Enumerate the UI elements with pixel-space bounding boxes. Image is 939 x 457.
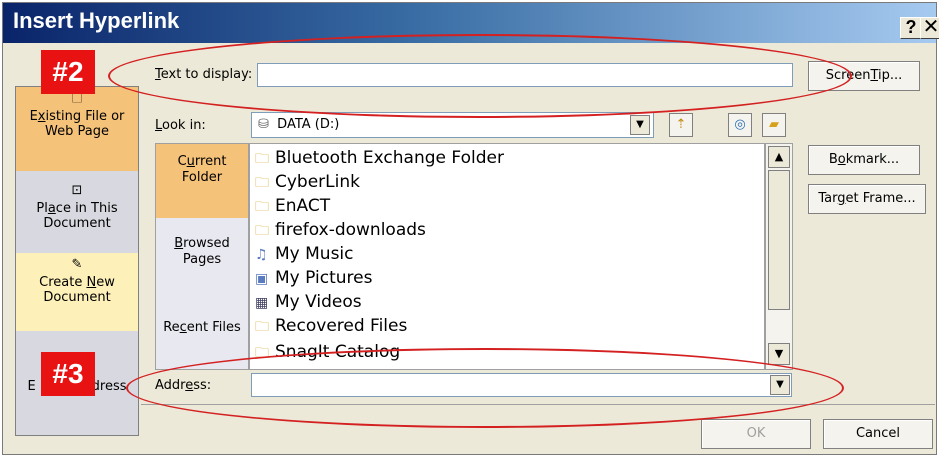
text-to-display-label: Text to display: [155,67,253,82]
look-in-dropdown-arrow[interactable]: ▼ [630,115,650,135]
videos-folder-icon: ▦ [255,295,269,311]
up-one-folder-button[interactable]: ⇡ [669,113,693,137]
folder-icon: 🗀 [255,175,269,191]
link-existing-file-or-web-page[interactable]: 🗋 Existing File or Web Page [16,87,138,171]
list-item[interactable]: 🗀 SnagIt Catalog [255,340,400,364]
look-in-value: DATA (D:) [277,117,340,132]
list-item[interactable]: 🗀 firefox-downloads [255,218,426,242]
tab-current-folder[interactable]: Current Folder [156,144,248,218]
cancel-button[interactable]: Cancel [823,419,933,449]
dialog-title: Insert Hyperlink [13,8,180,33]
close-button[interactable]: ✕ [920,17,939,39]
look-in-dropdown[interactable]: ⛁ DATA (D:) [251,112,654,138]
browse-web-icon: ◎ [734,117,746,132]
address-dropdown-arrow[interactable]: ▼ [770,375,790,395]
folder-icon: 🗀 [255,345,269,361]
screentip-button[interactable]: ScreenTip... [808,61,920,91]
annotation-badge-2: #2 [41,50,95,94]
list-item[interactable]: ♫ My Music [255,242,354,266]
list-item[interactable]: 🗀 Bluetooth Exchange Folder [255,146,504,170]
link-place-in-this-document[interactable]: ⊡ Place in This Document [16,179,138,247]
open-folder-icon: ▰ [769,117,779,132]
existing-file-label: Existing File or Web Page [29,109,125,139]
list-item[interactable]: 🗀 EnACT [255,194,330,218]
browse-file-button[interactable]: ▰ [762,113,786,137]
help-button[interactable]: ? [900,17,922,39]
scroll-down-arrow[interactable]: ▼ [768,343,790,365]
file-list-scrollbar[interactable]: ▲ ▼ [765,143,793,370]
place-in-document-icon: ⊡ [71,183,83,198]
folder-icon: 🗀 [255,319,269,335]
list-item[interactable]: ▣ My Pictures [255,266,372,290]
pictures-folder-icon: ▣ [255,271,269,287]
list-item[interactable]: 🗀 CyberLink [255,170,360,194]
title-bar[interactable]: Insert Hyperlink ? ✕ [3,3,939,43]
music-folder-icon: ♫ [255,247,268,263]
ok-button[interactable]: OK [701,419,811,449]
scroll-thumb[interactable] [768,170,790,310]
look-in-sidebar: Current Folder Browsed Pages Recent Files [155,143,249,370]
list-item[interactable]: ▦ My Videos [255,290,362,314]
address-label: Address: [155,378,212,393]
scroll-up-arrow[interactable]: ▲ [768,146,790,168]
browse-web-button[interactable]: ◎ [728,113,752,137]
up-folder-icon: ⇡ [675,117,687,132]
target-frame-button[interactable]: Target Frame... [808,184,926,214]
tab-browsed-pages[interactable]: Browsed Pages [156,236,248,268]
bookmark-button[interactable]: Bokmark... [808,145,920,175]
file-list[interactable]: 🗀 Bluetooth Exchange Folder 🗀 CyberLink 🗀 E… [249,143,765,370]
drive-icon: ⛁ [258,117,269,132]
list-item[interactable]: 🗀 Recovered Files [255,314,407,338]
place-in-document-label: Place in This Document [36,201,118,231]
text-to-display-input[interactable] [257,63,793,87]
annotation-badge-3: #3 [41,352,95,396]
address-input[interactable] [251,373,792,397]
new-document-icon: ✎ [71,257,83,272]
tab-recent-files[interactable]: Recent Files [156,320,248,336]
folder-icon: 🗀 [255,223,269,239]
divider [141,404,935,405]
folder-icon: 🗀 [255,151,269,167]
folder-icon: 🗀 [255,199,269,215]
link-create-new-document[interactable]: ✎ Create New Document [16,253,138,331]
create-new-document-label: Create New Document [39,275,115,305]
look-in-label: Look in: [155,118,206,133]
